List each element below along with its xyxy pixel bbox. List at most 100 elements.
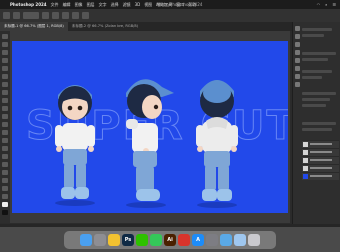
- properties-row: [302, 92, 336, 95]
- menu-bar: Photoshop 2024 文件 编辑 图像 图层 文字 选择 滤镜 3D 视…: [0, 0, 340, 9]
- healing-brush-tool-icon[interactable]: [2, 82, 8, 87]
- auto-select-toggle[interactable]: [23, 12, 39, 19]
- dodge-tool-icon[interactable]: [2, 138, 8, 143]
- finder-icon[interactable]: [80, 234, 92, 246]
- character-front-view[interactable]: [40, 69, 110, 209]
- finder-window-icon[interactable]: [234, 234, 246, 246]
- layer-thumbnail: [303, 166, 308, 171]
- app-menu[interactable]: Photoshop 2024: [10, 2, 47, 7]
- properties-icon[interactable]: [295, 34, 300, 39]
- shape-tool-icon[interactable]: [2, 170, 8, 175]
- layer-name: [310, 159, 332, 161]
- properties-row: [302, 128, 332, 131]
- launchpad-icon[interactable]: [94, 234, 106, 246]
- menu-3d[interactable]: 3D: [135, 2, 141, 7]
- path-select-tool-icon[interactable]: [2, 162, 8, 167]
- align-center-icon[interactable]: [52, 12, 59, 19]
- trash-icon[interactable]: [248, 234, 260, 246]
- adjustments-icon[interactable]: [295, 42, 300, 47]
- search-icon[interactable]: ⌕: [325, 2, 327, 7]
- quick-select-tool-icon[interactable]: [2, 58, 8, 63]
- panel-icon-strip: [295, 26, 300, 87]
- layer-row[interactable]: [302, 164, 339, 172]
- menu-type[interactable]: 文字: [99, 2, 107, 8]
- wifi-icon[interactable]: ◠: [317, 2, 321, 7]
- layer-thumbnail: [303, 150, 308, 155]
- zoom-tool-icon[interactable]: [2, 186, 8, 191]
- status-icons: ◠ ⌕ ☰: [317, 2, 336, 7]
- wechat-icon[interactable]: [136, 234, 148, 246]
- chrome-icon[interactable]: [108, 234, 120, 246]
- home-icon[interactable]: [3, 12, 10, 19]
- layer-name: [310, 143, 332, 145]
- tab-document-2[interactable]: 未标题-2 @ 66.7% (Zolan bre, RGB/8): [68, 22, 142, 31]
- align-left-icon[interactable]: [42, 12, 49, 19]
- preview-icon[interactable]: [220, 234, 232, 246]
- layer-row[interactable]: [302, 156, 339, 164]
- layer-row[interactable]: [302, 140, 339, 148]
- menu-layer[interactable]: 图层: [87, 2, 95, 8]
- menu-filter[interactable]: 滤镜: [123, 2, 131, 8]
- properties-row: [302, 58, 328, 61]
- color-icon[interactable]: [295, 50, 300, 55]
- menu-file[interactable]: 文件: [51, 2, 59, 8]
- crop-tool-icon[interactable]: [2, 66, 8, 71]
- brush-tool-icon[interactable]: [2, 90, 8, 95]
- character-icon[interactable]: [295, 82, 300, 87]
- properties-row: [302, 28, 332, 31]
- eyedropper-tool-icon[interactable]: [2, 74, 8, 79]
- pdf-reader-icon[interactable]: [178, 234, 190, 246]
- layer-row[interactable]: [302, 172, 339, 180]
- tab-document-1[interactable]: 未标题-1 @ 66.7% (图层 1, RGB/8): [0, 22, 68, 31]
- layer-thumbnail: [303, 142, 308, 147]
- move-tool-icon[interactable]: [2, 34, 8, 39]
- system-settings-icon[interactable]: [206, 234, 218, 246]
- paragraph-icon[interactable]: [295, 74, 300, 79]
- more-options-icon[interactable]: [82, 12, 89, 19]
- messages-icon[interactable]: [150, 234, 162, 246]
- app-store-icon[interactable]: A: [192, 234, 204, 246]
- history-icon[interactable]: [295, 26, 300, 31]
- properties-row: [302, 76, 322, 79]
- gradient-tool-icon[interactable]: [2, 122, 8, 127]
- menu-image[interactable]: 图像: [75, 2, 83, 8]
- tool-preset-icon[interactable]: [13, 12, 20, 19]
- menu-edit[interactable]: 编辑: [63, 2, 71, 8]
- type-tool-icon[interactable]: [2, 154, 8, 159]
- pen-tool-icon[interactable]: [2, 146, 8, 151]
- background-color-swatch[interactable]: [2, 210, 8, 215]
- properties-row: [302, 98, 330, 101]
- layer-name: [310, 151, 332, 153]
- layer-thumbnail: [303, 174, 308, 179]
- history-brush-tool-icon[interactable]: [2, 106, 8, 111]
- foreground-color-swatch[interactable]: [2, 202, 8, 207]
- artboard[interactable]: SUPER CUTE: [12, 41, 288, 213]
- layer-name: [310, 175, 332, 177]
- layer-row[interactable]: [302, 148, 339, 156]
- eraser-tool-icon[interactable]: [2, 114, 8, 119]
- properties-row: [302, 104, 326, 107]
- canvas-area[interactable]: SUPER CUTE: [10, 31, 290, 223]
- layer-thumbnail: [303, 158, 308, 163]
- swatches-icon[interactable]: [295, 58, 300, 63]
- photoshop-icon[interactable]: Ps: [122, 234, 134, 246]
- distribute-icon[interactable]: [72, 12, 79, 19]
- character-back-view[interactable]: [182, 65, 252, 211]
- properties-row: [302, 52, 336, 55]
- menu-select[interactable]: 选择: [111, 2, 119, 8]
- illustrator-icon[interactable]: Ai: [164, 234, 176, 246]
- clone-stamp-tool-icon[interactable]: [2, 98, 8, 103]
- lasso-tool-icon[interactable]: [2, 50, 8, 55]
- character-side-view[interactable]: [112, 65, 182, 211]
- menu-view[interactable]: 视图: [144, 2, 152, 8]
- more-tools-icon[interactable]: [2, 194, 8, 199]
- window-title: Adobe Photoshop 2024: [156, 2, 203, 7]
- properties-row: [302, 70, 332, 73]
- libraries-icon[interactable]: [295, 66, 300, 71]
- blur-tool-icon[interactable]: [2, 130, 8, 135]
- properties-row: [302, 34, 324, 37]
- control-center-icon[interactable]: ☰: [332, 2, 336, 7]
- marquee-tool-icon[interactable]: [2, 42, 8, 47]
- align-right-icon[interactable]: [62, 12, 69, 19]
- hand-tool-icon[interactable]: [2, 178, 8, 183]
